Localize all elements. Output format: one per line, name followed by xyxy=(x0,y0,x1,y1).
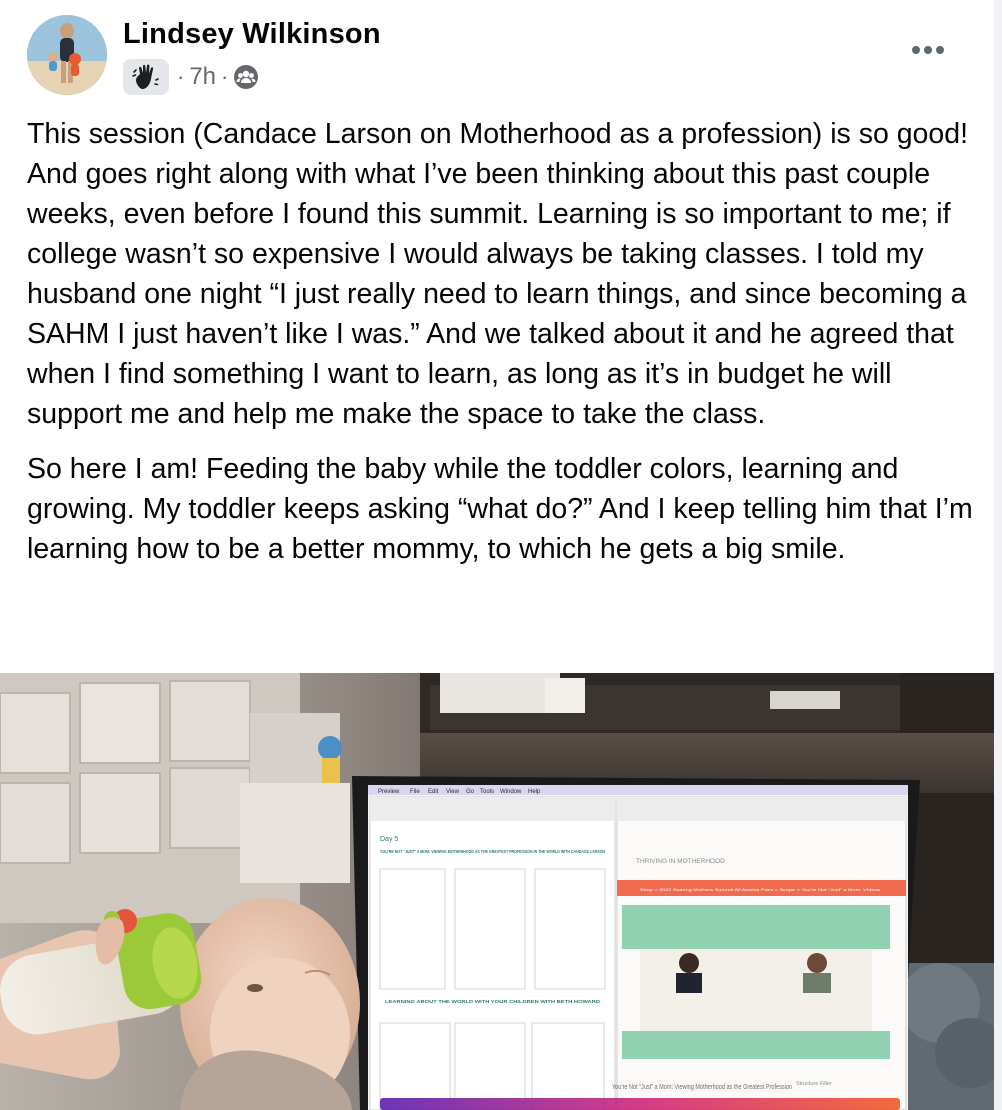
more-horizontal-icon xyxy=(924,46,932,54)
author-avatar[interactable] xyxy=(27,15,107,95)
menubar-window: Window xyxy=(500,789,522,795)
post-paragraph-1: This session (Candace Larson on Motherho… xyxy=(27,118,969,430)
wave-hand-badge[interactable] xyxy=(123,59,169,95)
menubar-view: View xyxy=(446,789,460,795)
more-horizontal-icon xyxy=(936,46,944,54)
site-brand: THRIVING IN MOTHERHOOD xyxy=(636,858,725,865)
post-timestamp[interactable]: 7h xyxy=(189,63,216,91)
post-paragraph-2: So here I am! Feeding the baby while the… xyxy=(27,453,973,565)
post-body: This session (Candace Larson on Motherho… xyxy=(27,114,977,569)
meta-separator-2: · xyxy=(221,64,229,89)
site-video-title: You’re Not “Just” a Mom: Viewing Motherh… xyxy=(612,1082,792,1091)
post-meta: · 7h · xyxy=(123,58,259,96)
menubar-preview: Preview xyxy=(378,789,400,795)
more-options-button[interactable] xyxy=(900,30,956,70)
meta-separator: · xyxy=(177,64,185,89)
more-horizontal-icon xyxy=(912,46,920,54)
workbook-day: Day 5 xyxy=(380,836,398,843)
feed-edge xyxy=(994,0,1002,1110)
site-breadcrumb: Shop > 2022 Soaring Mothers Summit All A… xyxy=(640,888,880,892)
wave-hand-icon xyxy=(132,64,159,90)
menubar-edit: Edit xyxy=(428,789,439,795)
post-photo[interactable]: Preview File Edit View Go Tools Window H… xyxy=(0,673,994,1110)
facebook-post: Lindsey Wilkinson · 7h · This session (C… xyxy=(0,0,994,1110)
menubar-help: Help xyxy=(528,789,541,795)
menubar-tools: Tools xyxy=(480,789,494,795)
workbook-heading: YOU’RE NOT “JUST” A MOM: VIEWING MOTHERH… xyxy=(380,849,605,854)
group-audience-icon[interactable] xyxy=(233,64,259,90)
menubar-file: File xyxy=(410,789,420,795)
workbook-section: LEARNING ABOUT THE WORLD WITH YOUR CHILD… xyxy=(385,999,600,1004)
avatar-photo xyxy=(27,15,107,95)
menubar-go: Go xyxy=(466,789,475,795)
author-name[interactable]: Lindsey Wilkinson xyxy=(123,18,381,51)
site-side-label: Structure Filler xyxy=(796,1081,832,1087)
photo-scene: Preview File Edit View Go Tools Window H… xyxy=(0,673,994,1110)
